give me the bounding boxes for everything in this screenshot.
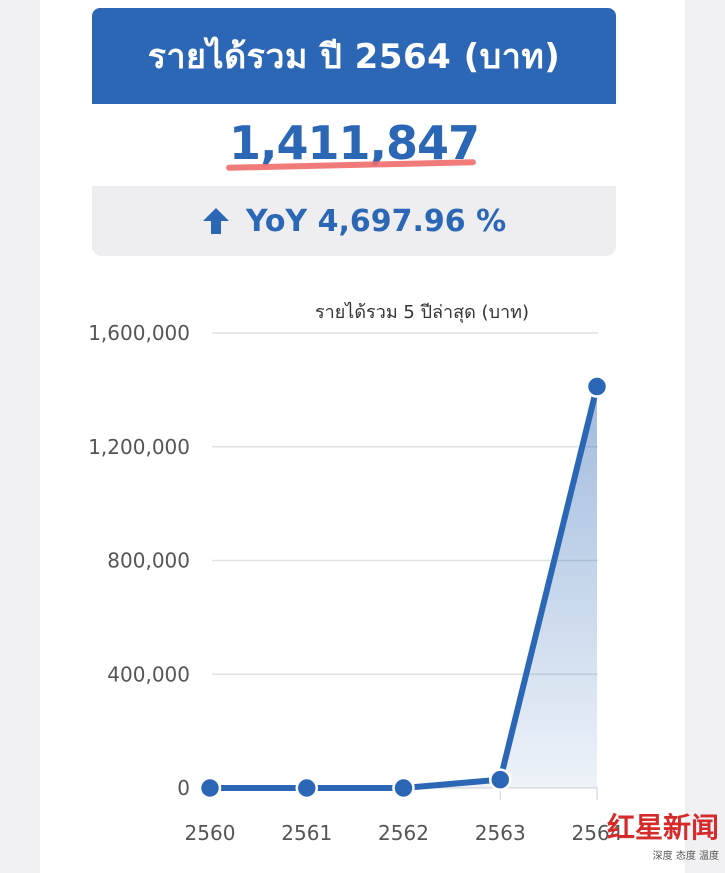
x-tick-label: 2560: [185, 821, 236, 845]
data-point[interactable]: [198, 776, 222, 800]
y-tick-label: 400,000: [107, 662, 190, 686]
chart-title: รายได้รวม 5 ปีล่าสุด (บาท): [315, 301, 529, 323]
watermark-sub: 深度 态度 温度: [652, 851, 719, 862]
y-axis: 0 400,000 800,000 1,200,000 1,600,000: [88, 321, 190, 800]
data-point[interactable]: [585, 375, 609, 398]
x-tick-label: 2561: [281, 821, 332, 845]
x-tick-label: 2563: [475, 821, 526, 845]
y-tick-label: 800,000: [107, 549, 190, 573]
y-tick-label: 0: [177, 776, 190, 800]
watermark-logo: 红星新闻 深度 态度 温度: [589, 811, 719, 867]
revenue-line-chart: รายได้รวม 5 ปีล่าสุด (บาท) 0 400,000 800,0…: [88, 301, 623, 845]
data-point[interactable]: [295, 776, 318, 800]
x-tick-label: 2562: [378, 821, 429, 845]
y-tick-label: 1,600,000: [88, 321, 190, 345]
x-axis: 2560 2561 2562 2563 2564: [185, 821, 623, 845]
watermark-main: 红星新闻: [606, 811, 719, 844]
data-point[interactable]: [392, 776, 415, 800]
series-layer: [198, 375, 609, 800]
data-point[interactable]: [489, 768, 512, 791]
y-tick-label: 1,200,000: [88, 435, 190, 459]
